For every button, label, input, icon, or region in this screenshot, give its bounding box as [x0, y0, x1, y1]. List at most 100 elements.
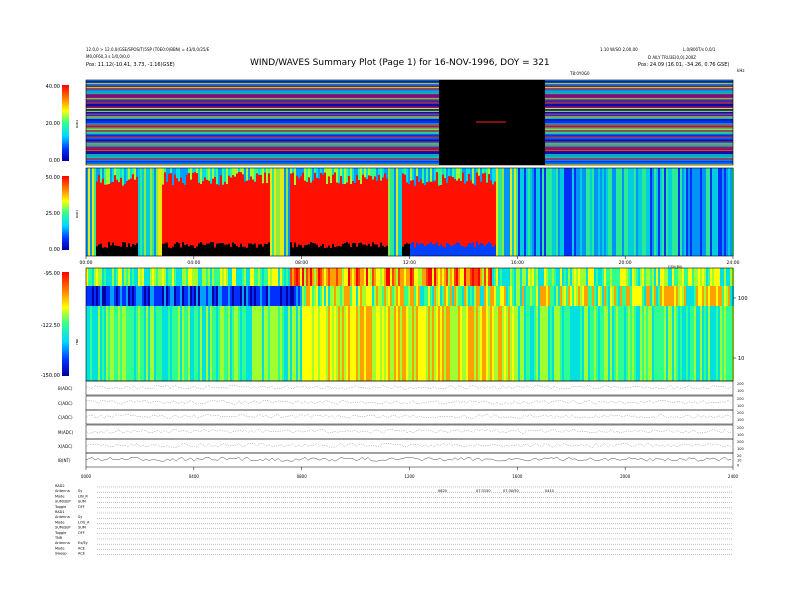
tnr-column-top [408, 268, 410, 286]
rad1-column-base [404, 244, 406, 256]
tnr-column-mid [664, 286, 666, 306]
rad1-column-base [454, 244, 456, 256]
tnr-column-low [502, 306, 504, 381]
tnr-column-mid [622, 286, 624, 306]
time-axis-top-label: 00:00 [80, 260, 93, 266]
time-axis-bottom-label: 2000 [620, 474, 631, 479]
tnr-column-low [522, 306, 524, 381]
line-panel-frame [85, 380, 734, 396]
tnr-column-top [684, 268, 686, 286]
rad1-column [668, 168, 670, 256]
tnr-column-low [618, 306, 620, 381]
rad1-column-base [326, 247, 328, 256]
tnr-column-low [482, 306, 484, 381]
tnr-column-top [292, 268, 294, 286]
tnr-column-low [186, 306, 188, 381]
rad1-column [140, 168, 142, 256]
rad2-stripe [86, 124, 733, 126]
tnr-column-mid [542, 286, 544, 306]
tnr-freq-tick-100: 100 [738, 296, 748, 302]
rad1-column-top [306, 168, 308, 183]
tnr-column-low [382, 306, 384, 381]
rad1-column-top [292, 168, 294, 173]
rad1-column-base [352, 243, 354, 256]
footer-row-value: LOG_A [78, 520, 90, 524]
tnr-column-low [270, 306, 272, 381]
rad2-stripe [86, 140, 733, 142]
tnr-column-mid [668, 286, 670, 306]
tnr-column-mid [228, 286, 230, 306]
tnr-column-low [630, 306, 632, 381]
tnr-column-top [438, 268, 440, 286]
tnr-column-low [102, 306, 104, 381]
tnr-column-top [416, 268, 418, 286]
tnr-column-mid [172, 286, 174, 306]
rad1-column-burst [492, 184, 494, 248]
tnr-column-mid [500, 286, 502, 306]
rad1-column-top [352, 168, 354, 182]
tnr-column-low [266, 306, 268, 381]
tnr-column-mid [182, 286, 184, 306]
rad1-column [502, 168, 504, 256]
rad1-column [598, 168, 600, 256]
tnr-column-mid [388, 286, 390, 306]
rad1-column [524, 168, 526, 256]
tnr-column-mid [552, 286, 554, 306]
tnr-column-low [600, 306, 602, 381]
rad2-stripe [86, 96, 733, 98]
line-panel-frame [85, 438, 734, 454]
tnr-column-top [660, 268, 662, 286]
tnr-column-low [158, 306, 160, 381]
tnr-column-mid [98, 286, 100, 306]
tnr-column-top [396, 268, 398, 286]
rad1-column-base [232, 242, 234, 256]
rad1-column [690, 168, 692, 256]
tnr-column-mid [128, 286, 130, 306]
tnr-column-top [108, 268, 110, 286]
rad1-column-base [216, 243, 218, 256]
tnr-column-low [474, 306, 476, 381]
rad1-column-top [300, 168, 302, 177]
tnr-column-top [516, 268, 518, 286]
rad1-column-base [176, 242, 178, 256]
tnr-column-top [384, 268, 386, 286]
tnr-column-top [164, 268, 166, 286]
rad1-column-base [422, 243, 424, 256]
rad1-column-base [184, 244, 186, 256]
tnr-column-top [286, 268, 288, 286]
tnr-column-top [456, 268, 458, 286]
tnr-column-top [500, 268, 502, 286]
rad1-column-base [448, 244, 450, 256]
tnr-column-mid [288, 286, 290, 306]
footer-row-label: SUM/SEP [55, 500, 71, 504]
rad1-column [514, 168, 516, 256]
rad1-column-base [304, 245, 306, 256]
tnr-column-low [258, 306, 260, 381]
rad1-column-burst [172, 185, 174, 247]
tnr-column-low [278, 306, 280, 381]
tnr-column-mid [148, 286, 150, 306]
tnr-column-low [666, 306, 668, 381]
tnr-column-top [592, 268, 594, 286]
tnr-column-mid [232, 286, 234, 306]
tnr-column-low [148, 306, 150, 381]
tnr-column-top [614, 268, 616, 286]
rad1-column-base [384, 247, 386, 256]
tnr-column-mid [436, 286, 438, 306]
tnr-column-top [414, 268, 416, 286]
rad1-column [578, 168, 580, 256]
tnr-column-mid [292, 286, 294, 306]
time-axis-bottom-label: 1200 [404, 474, 415, 479]
tnr-column-top [112, 268, 114, 286]
rad1-column-top [116, 168, 118, 180]
rad1-column-base [244, 246, 246, 256]
tnr-column-mid [222, 286, 224, 306]
tnr-column-mid [120, 286, 122, 306]
rad1-column-top [412, 168, 414, 181]
rad1-column-top [428, 168, 430, 182]
tnr-column-mid [474, 286, 476, 306]
tnr-column-low [536, 306, 538, 381]
rad1-column-base [254, 243, 256, 256]
tnr-column-low [334, 306, 336, 381]
rad1-column-top [132, 168, 134, 175]
